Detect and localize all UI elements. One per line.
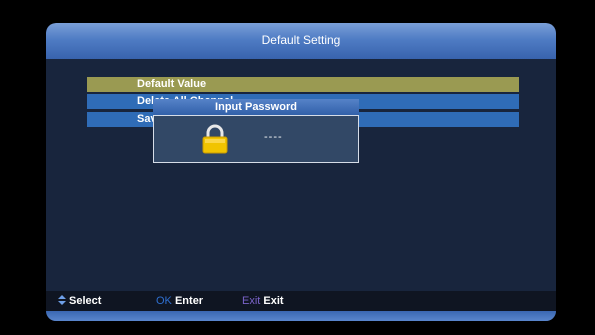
help-select: Select bbox=[58, 295, 101, 307]
password-field[interactable]: ---- bbox=[264, 131, 283, 143]
menu-item-label: Default Value bbox=[137, 78, 207, 90]
menu-item-default-value[interactable]: Default Value bbox=[87, 77, 519, 92]
lock-icon bbox=[202, 124, 228, 154]
help-ok-label: Enter bbox=[174, 295, 204, 307]
password-dialog-title: Input Password bbox=[153, 99, 359, 115]
settings-window: Default Setting Default Value Delete All… bbox=[46, 23, 556, 321]
window-title: Default Setting bbox=[261, 33, 341, 47]
up-down-arrows-icon bbox=[58, 295, 66, 305]
title-bar: Default Setting bbox=[46, 23, 556, 59]
help-ok: OK Enter bbox=[156, 295, 203, 307]
help-exit-label: Exit bbox=[263, 295, 284, 307]
help-bar: Select OK Enter Exit Exit bbox=[46, 291, 556, 311]
help-select-label: Select bbox=[69, 295, 102, 307]
help-exit: Exit Exit bbox=[242, 295, 284, 307]
ok-key: OK bbox=[156, 295, 172, 307]
bottom-bar bbox=[46, 311, 556, 321]
exit-key: Exit bbox=[242, 295, 261, 307]
password-dialog: ---- bbox=[153, 115, 359, 163]
content-area: Default Value Delete All Channel Save de… bbox=[46, 59, 556, 291]
